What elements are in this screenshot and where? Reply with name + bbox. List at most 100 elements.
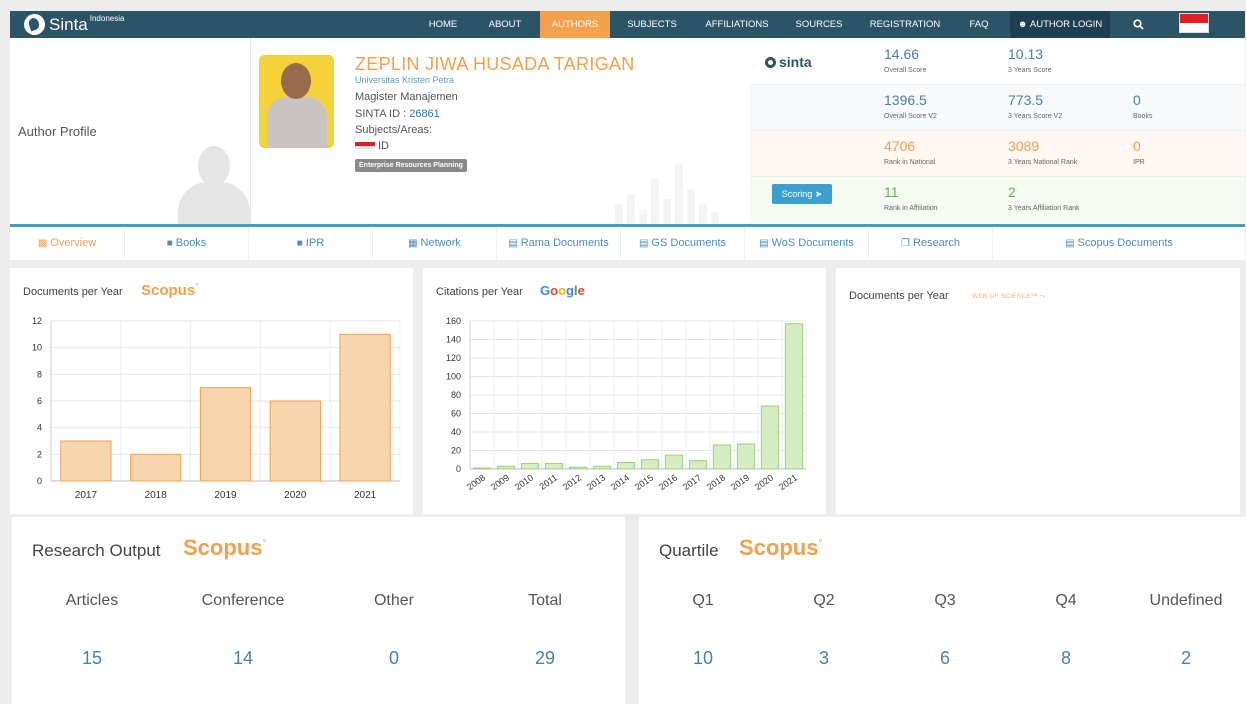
- author-name: ZEPLIN JIWA HUSADA TARIGAN: [355, 54, 635, 74]
- nav-affiliations[interactable]: AFFILIATIONS: [698, 11, 776, 38]
- wos-logo-text: WEB OF SCIENCE: [972, 293, 1032, 300]
- x-tick-label: 2013: [585, 472, 607, 492]
- nav-faq[interactable]: FAQ: [960, 11, 998, 38]
- tab-label: WoS Documents: [771, 237, 854, 249]
- quartile-title: Quartile: [659, 541, 719, 560]
- ipr-value: 0: [1133, 138, 1141, 154]
- three-year-score-v2-value: 773.5: [1008, 92, 1044, 108]
- document-icon: ▤: [1065, 238, 1075, 249]
- google-citations-chart: 0204060801001201401602008 2009 2010 2011 201…: [446, 316, 807, 492]
- bar: [544, 462, 564, 470]
- tab-overview[interactable]: ▩ Overview: [10, 227, 125, 260]
- overall-score-label: Overall Score: [884, 67, 927, 74]
- sinta-id-value[interactable]: 26861: [409, 108, 440, 120]
- score-row-2: [750, 84, 1245, 130]
- x-tick-label: 2021: [777, 472, 799, 492]
- scoring-button-label: Scoring: [781, 189, 813, 199]
- nav-about[interactable]: ABOUT: [480, 11, 530, 38]
- x-tick-label: 2018: [145, 490, 168, 501]
- scopus-documents-chart: 0 2 4 6 8 10 12 2017 2018 2019 2020 2021: [32, 316, 401, 501]
- x-tick-label: 2012: [561, 472, 583, 492]
- nav-home[interactable]: HOME: [418, 11, 468, 38]
- x-tick-label: 2021: [354, 490, 377, 501]
- three-year-score-v2-label: 3 Years Score V2: [1008, 113, 1063, 120]
- undefined-value: 2: [1180, 648, 1191, 668]
- bar: [269, 400, 321, 482]
- q2-value: 3: [818, 648, 829, 668]
- books-value: 0: [1133, 92, 1141, 108]
- overall-score-v2-label: Overall Score V2: [884, 113, 937, 120]
- wos-documents-card: Documents per Year WEB OF SCIENCE™ ⤳: [836, 268, 1240, 514]
- author-program: Magister Manajemen: [355, 91, 458, 103]
- tab-ipr[interactable]: ■ IPR: [249, 227, 373, 260]
- scopus-logo-text: Scopus: [739, 535, 819, 560]
- nav-registration[interactable]: REGISTRATION: [862, 11, 948, 38]
- tab-books[interactable]: ■ Books: [125, 227, 249, 260]
- y-tick-label: 0: [456, 464, 461, 474]
- three-year-national-value: 3089: [1008, 138, 1040, 154]
- scoring-button[interactable]: Scoring ➤: [772, 184, 832, 204]
- tab-label: Overview: [50, 237, 97, 249]
- bar: [60, 440, 112, 482]
- conference-value: 14: [232, 648, 254, 668]
- nav-subjects[interactable]: SUBJECTS: [620, 11, 684, 38]
- sinta-id-label: SINTA ID :: [355, 108, 410, 120]
- document-icon: ▤: [638, 238, 649, 249]
- q1-label: Q1: [692, 592, 714, 609]
- x-tick-label: 2015: [633, 472, 655, 492]
- total-value: 29: [534, 648, 556, 668]
- total-label: Total: [528, 592, 562, 609]
- q1-value: 10: [692, 648, 714, 668]
- x-tick-label: 2019: [729, 472, 751, 492]
- x-tick-label: 2019: [214, 490, 237, 501]
- document-icon: ▤: [508, 238, 518, 249]
- y-tick-label: 100: [446, 372, 461, 382]
- bar: [736, 443, 756, 470]
- tab-wos-documents[interactable]: ▤ WoS Documents: [745, 227, 869, 260]
- scopus-logo: Scopus°: [739, 535, 823, 560]
- tab-gs-documents[interactable]: ▤ GS Documents: [621, 227, 745, 260]
- author-photo: [259, 55, 334, 148]
- tab-research[interactable]: ❐ Research: [869, 227, 993, 260]
- tab-scopus-documents[interactable]: ▤ Scopus Documents: [993, 227, 1245, 260]
- tab-label: Scopus Documents: [1077, 237, 1173, 249]
- score-row-1: [750, 38, 1245, 84]
- sinta-score-logo: sinta: [765, 54, 812, 70]
- bar: [688, 460, 708, 470]
- sinta-logo-icon: [765, 56, 776, 68]
- sinta-logo[interactable]: Sinta Indonesia: [24, 11, 124, 38]
- indonesia-flag-icon[interactable]: [1179, 13, 1209, 33]
- y-tick-label: 40: [451, 427, 461, 437]
- wos-swoosh-icon: ™ ⤳: [1031, 293, 1046, 300]
- y-tick-label: 140: [446, 335, 461, 345]
- x-tick-label: 2009: [489, 472, 511, 492]
- bar: [496, 465, 516, 470]
- nav-sources[interactable]: SOURCES: [788, 11, 850, 38]
- nav-authors[interactable]: AUTHORS: [540, 11, 610, 38]
- nav-author-login[interactable]: ☻ AUTHOR LOGIN: [1010, 11, 1110, 38]
- rank-national-value: 4706: [884, 138, 916, 154]
- tab-network[interactable]: ▦ Network: [373, 227, 497, 260]
- x-tick-label: 2016: [657, 472, 679, 492]
- rank-national-label: Rank in National: [884, 159, 936, 166]
- search-button[interactable]: [1120, 11, 1156, 38]
- subject-tag[interactable]: Enterprise Resources Planning: [355, 159, 467, 172]
- person-silhouette-icon: [178, 146, 250, 224]
- bar: [199, 387, 252, 482]
- bar: [339, 333, 391, 482]
- three-year-score-label: 3 Years Score: [1008, 67, 1052, 74]
- document-icon: ▤: [759, 238, 769, 249]
- research-output-card: Research Output Scopus° Articles Confere…: [12, 517, 625, 704]
- quartile-card: Quartile Scopus° Q1 Q2 Q3 Q4 Undefined 1…: [639, 517, 1246, 704]
- ipr-label: IPR: [1133, 159, 1145, 166]
- author-university[interactable]: Universitas Kristen Petra: [355, 75, 454, 85]
- conference-label: Conference: [201, 592, 285, 609]
- other-label: Other: [373, 592, 414, 609]
- bar-chart-icon: ▩: [37, 238, 48, 249]
- tab-rama-documents[interactable]: ▤ Rama Documents: [497, 227, 621, 260]
- subjects-label: Subjects/Areas:: [355, 124, 433, 136]
- bar: [664, 454, 684, 470]
- web-of-science-logo: WEB OF SCIENCE™ ⤳: [972, 293, 1045, 301]
- tab-label: Network: [420, 237, 461, 249]
- country-code: ID: [378, 140, 389, 152]
